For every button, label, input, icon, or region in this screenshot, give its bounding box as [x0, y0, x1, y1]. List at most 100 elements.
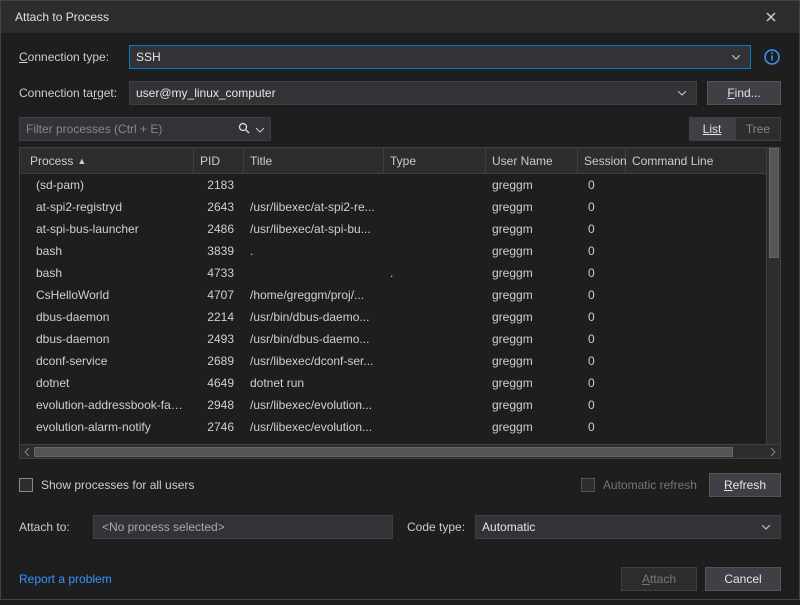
chevron-down-icon[interactable] — [758, 516, 774, 538]
show-all-users-checkbox[interactable]: Show processes for all users — [19, 478, 194, 492]
cell-pid: 2214 — [194, 310, 244, 324]
close-icon — [766, 12, 776, 22]
cell-pid: 2689 — [194, 354, 244, 368]
search-icon[interactable] — [238, 122, 250, 137]
attach-to-field: <No process selected> — [93, 515, 393, 539]
connection-target-combo[interactable]: user@my_linux_computer — [129, 81, 697, 105]
cell-pid: 4733 — [194, 266, 244, 280]
table-row[interactable]: at-spi-bus-launcher2486/usr/libexec/at-s… — [20, 218, 766, 240]
cell-pid: 2493 — [194, 332, 244, 346]
cell-session: 0 — [578, 288, 626, 302]
filter-input[interactable] — [26, 122, 234, 136]
cell-session: 0 — [578, 376, 626, 390]
table-row[interactable]: CsHelloWorld4707/home/greggm/proj/...gre… — [20, 284, 766, 306]
table-row[interactable]: bash4733.greggm0 — [20, 262, 766, 284]
cell-process: bash — [20, 266, 194, 280]
automatic-refresh-checkbox: Automatic refresh — [581, 478, 697, 492]
col-cmd[interactable]: Command Line — [626, 148, 766, 173]
table-row[interactable]: bash3839.greggm0 — [20, 240, 766, 262]
cell-session: 0 — [578, 178, 626, 192]
cell-user: greggm — [486, 266, 578, 280]
cell-user: greggm — [486, 200, 578, 214]
col-session[interactable]: Session — [578, 148, 626, 173]
connection-target-label: Connection target: — [19, 86, 129, 100]
cell-session: 0 — [578, 244, 626, 258]
cell-user: greggm — [486, 310, 578, 324]
cell-pid: 2746 — [194, 420, 244, 434]
cell-pid: 2948 — [194, 398, 244, 412]
cell-title: /usr/bin/dbus-daemo... — [244, 332, 384, 346]
cell-pid: 4649 — [194, 376, 244, 390]
code-type-value: Automatic — [482, 520, 535, 534]
cell-title: /usr/libexec/evolution... — [244, 420, 384, 434]
chevron-down-icon[interactable] — [674, 82, 690, 104]
table-row[interactable]: dbus-daemon2493/usr/bin/dbus-daemo... gre… — [20, 328, 766, 350]
chevron-down-icon[interactable] — [728, 46, 744, 68]
cell-pid: 3839 — [194, 244, 244, 258]
process-table: Process▲ PID Title Type User Name Sessio… — [19, 147, 781, 459]
cell-user: greggm — [486, 288, 578, 302]
table-body: (sd-pam)2183greggm0at-spi2-registryd2643… — [20, 174, 766, 444]
cancel-button[interactable]: Cancel — [705, 567, 781, 591]
table-row[interactable]: dbus-daemon2214/usr/bin/dbus-daemo... gre… — [20, 306, 766, 328]
info-icon[interactable] — [763, 48, 781, 66]
table-row[interactable]: evolution-alarm-notify2746/usr/libexec/e… — [20, 416, 766, 438]
connection-type-combo[interactable]: SSH — [129, 45, 751, 69]
cell-user: greggm — [486, 244, 578, 258]
filter-input-wrap — [19, 117, 271, 141]
chevron-down-icon[interactable] — [256, 122, 264, 136]
cell-user: greggm — [486, 398, 578, 412]
cell-user: greggm — [486, 178, 578, 192]
col-user[interactable]: User Name — [486, 148, 578, 173]
code-type-combo[interactable]: Automatic — [475, 515, 781, 539]
cell-title: /usr/libexec/dconf-ser... — [244, 354, 384, 368]
cell-process: dbus-daemon — [20, 310, 194, 324]
scrollbar-thumb[interactable] — [34, 447, 733, 457]
titlebar: Attach to Process — [1, 1, 799, 33]
cell-process: (sd-pam) — [20, 178, 194, 192]
cell-title: /home/greggm/proj/... — [244, 288, 384, 302]
vertical-scrollbar[interactable] — [766, 148, 780, 444]
horizontal-scrollbar[interactable] — [20, 444, 780, 458]
cell-title: . — [244, 244, 384, 258]
close-button[interactable] — [751, 3, 791, 31]
col-title[interactable]: Title — [244, 148, 384, 173]
cell-process: CsHelloWorld — [20, 288, 194, 302]
cell-process: dbus-daemon — [20, 332, 194, 346]
connection-target-value: user@my_linux_computer — [136, 86, 276, 100]
cell-process: evolution-addressbook-factory — [20, 398, 194, 412]
scrollbar-thumb[interactable] — [769, 148, 779, 258]
tree-view-button[interactable]: Tree — [735, 117, 781, 141]
automatic-refresh-label: Automatic refresh — [603, 478, 697, 492]
cell-title: dotnet run — [244, 376, 384, 390]
cell-session: 0 — [578, 266, 626, 280]
report-problem-link[interactable]: Report a problem — [19, 572, 112, 586]
cell-process: dotnet — [20, 376, 194, 390]
options-row: Show processes for all users Automatic r… — [19, 473, 781, 497]
connection-type-label: Connection type: — [19, 50, 129, 64]
cell-title: /usr/bin/dbus-daemo... — [244, 310, 384, 324]
col-process[interactable]: Process▲ — [20, 148, 194, 173]
cell-title: /usr/libexec/at-spi-bu... — [244, 222, 384, 236]
table-row[interactable]: at-spi2-registryd2643/usr/libexec/at-spi… — [20, 196, 766, 218]
cell-pid: 2643 — [194, 200, 244, 214]
view-toggle: List Tree — [689, 117, 781, 141]
bottom-row: Report a problem Attach Cancel — [19, 567, 781, 605]
cell-session: 0 — [578, 310, 626, 324]
list-view-button[interactable]: List — [689, 117, 735, 141]
table-row[interactable]: dconf-service2689/usr/libexec/dconf-ser.… — [20, 350, 766, 372]
dialog-content: Connection type: SSH Connection target: … — [1, 33, 799, 605]
scroll-right-icon[interactable] — [766, 445, 780, 459]
cell-user: greggm — [486, 332, 578, 346]
checkbox-icon[interactable] — [19, 478, 33, 492]
cell-process: dconf-service — [20, 354, 194, 368]
refresh-button[interactable]: Refresh — [709, 473, 781, 497]
find-button[interactable]: Find... — [707, 81, 781, 105]
col-type[interactable]: Type — [384, 148, 486, 173]
table-row[interactable]: dotnet4649dotnet rungreggm0 — [20, 372, 766, 394]
table-row[interactable]: (sd-pam)2183greggm0 — [20, 174, 766, 196]
scroll-left-icon[interactable] — [20, 445, 34, 459]
cell-session: 0 — [578, 332, 626, 346]
col-pid[interactable]: PID — [194, 148, 244, 173]
table-row[interactable]: evolution-addressbook-factory2948/usr/li… — [20, 394, 766, 416]
